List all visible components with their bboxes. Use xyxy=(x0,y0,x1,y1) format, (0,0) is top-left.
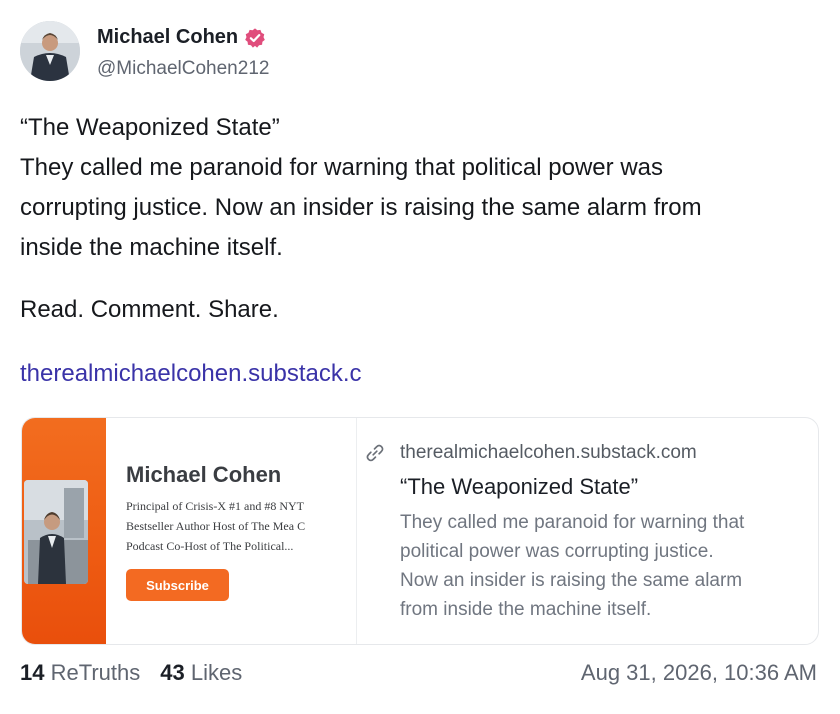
author-display-name[interactable]: Michael Cohen xyxy=(97,26,238,49)
author-name-row: Michael Cohen xyxy=(97,26,266,49)
card-thumbnail: Michael Cohen Principal of Crisis-X #1 a… xyxy=(22,418,357,644)
retruths-label: ReTruths xyxy=(50,660,141,685)
post-stats: 14 ReTruths 43 Likes xyxy=(20,660,262,686)
likes-stat[interactable]: 43 Likes xyxy=(160,660,242,686)
avatar[interactable] xyxy=(20,21,80,81)
thumbnail-photo-image xyxy=(24,480,88,584)
link-icon xyxy=(366,444,384,462)
subscribe-button[interactable]: Subscribe xyxy=(126,569,229,601)
post-text: “The Weaponized State” They called me pa… xyxy=(20,108,820,330)
thumbnail-description-line: Podcast Co-Host of The Political... xyxy=(126,539,294,553)
card-info: therealmichaelcohen.substack.com “The We… xyxy=(364,442,804,624)
post-text-line: corrupting justice. Now an insider is ra… xyxy=(20,194,702,221)
author-handle[interactable]: @MichaelCohen212 xyxy=(97,58,269,80)
post-text-line: inside the machine itself. xyxy=(20,234,283,261)
likes-count: 43 xyxy=(160,660,185,685)
post-cta-text: Read. Comment. Share. xyxy=(20,296,279,323)
card-description-line: Now an insider is raising the same alarm xyxy=(400,570,743,591)
thumbnail-description-line: Bestseller Author Host of The Mea C xyxy=(126,519,306,533)
thumbnail-title: Michael Cohen xyxy=(126,462,282,487)
thumbnail-description: Principal of Crisis-X #1 and #8 NYT Best… xyxy=(126,496,340,556)
post: Michael Cohen @MichaelCohen212 “The Weap… xyxy=(0,0,840,714)
link-preview-card[interactable]: Michael Cohen Principal of Crisis-X #1 a… xyxy=(21,417,819,645)
card-description: They called me paranoid for warning that… xyxy=(400,508,804,624)
post-text-line: They called me paranoid for warning that… xyxy=(20,154,663,181)
retruths-count: 14 xyxy=(20,660,45,685)
card-description-line: political power was corrupting justice. xyxy=(400,541,714,562)
thumbnail-description-line: Principal of Crisis-X #1 and #8 NYT xyxy=(126,499,304,513)
card-description-line: They called me paranoid for warning that xyxy=(400,512,745,533)
avatar-image xyxy=(20,21,80,81)
card-title: “The Weaponized State” xyxy=(400,474,639,499)
post-timestamp[interactable]: Aug 31, 2026, 10:36 AM xyxy=(581,660,817,686)
retruths-stat[interactable]: 14 ReTruths xyxy=(20,660,140,686)
post-footer: 14 ReTruths 43 Likes Aug 31, 2026, 10:36… xyxy=(20,660,817,686)
card-domain: therealmichaelcohen.substack.com xyxy=(400,442,697,463)
likes-label: Likes xyxy=(190,660,243,685)
card-description-line: from inside the machine itself. xyxy=(400,599,652,620)
verified-badge-icon xyxy=(245,27,265,48)
post-link[interactable]: therealmichaelcohen.substack.c xyxy=(20,354,362,394)
card-domain-row: therealmichaelcohen.substack.com xyxy=(364,442,804,464)
post-text-line: “The Weaponized State” xyxy=(20,114,280,141)
thumbnail-photo xyxy=(24,480,88,584)
